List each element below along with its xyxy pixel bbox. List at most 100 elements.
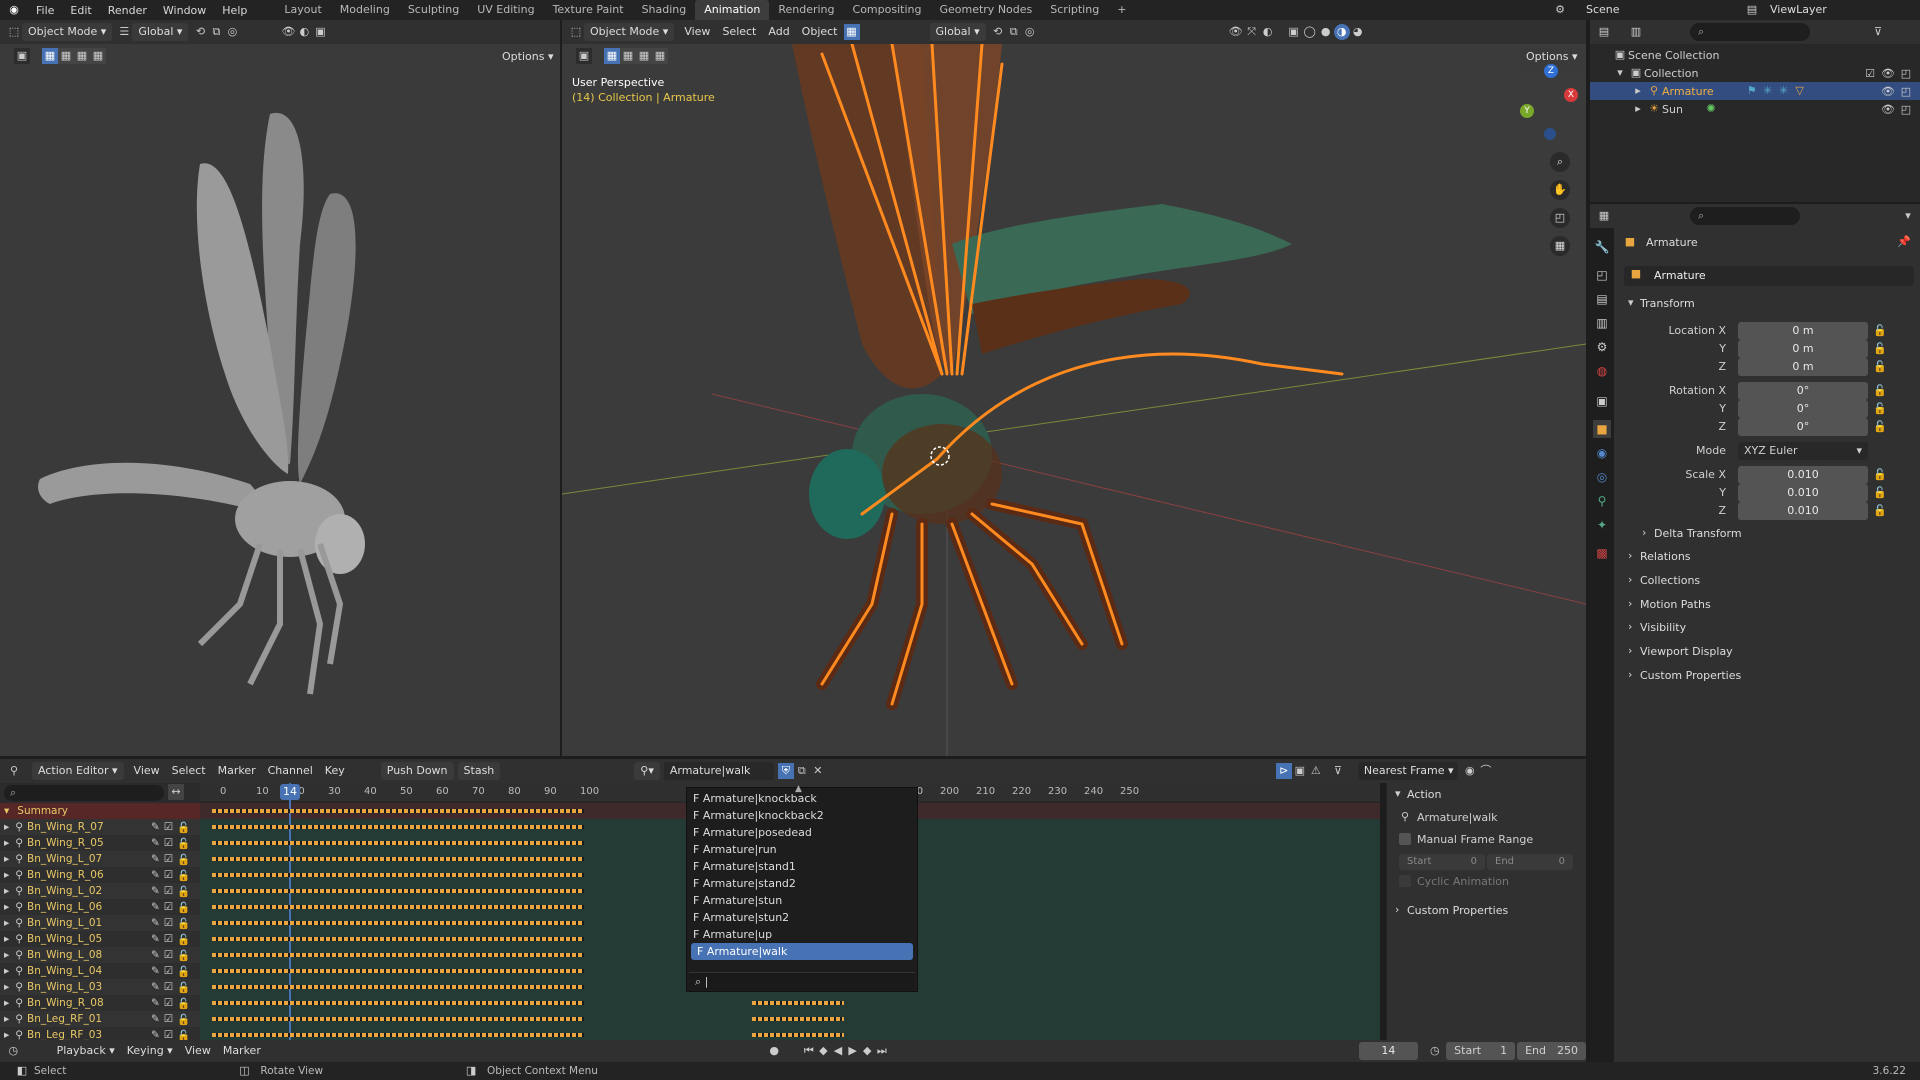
- shading-material-icon[interactable]: ◑: [1333, 24, 1350, 40]
- xray-icon[interactable]: ▣: [1286, 24, 1302, 40]
- relations-panel[interactable]: Relations: [1640, 550, 1691, 563]
- channel-row[interactable]: ▸ ⚲ Bn_Wing_L_06 ✎ ☑ 🔓: [0, 899, 200, 915]
- lock-icon[interactable]: 🔓: [177, 949, 190, 962]
- texture-icon[interactable]: ▩: [1593, 544, 1611, 562]
- checkbox-icon[interactable]: ☑: [164, 885, 173, 897]
- pose-mode-icon[interactable]: ▦: [843, 24, 860, 40]
- render-icon[interactable]: ◰: [1593, 266, 1611, 284]
- location-x-field[interactable]: 0 m: [1738, 322, 1868, 340]
- lock-icon[interactable]: 🔓: [177, 869, 190, 882]
- lock-icon[interactable]: 🔓: [177, 917, 190, 930]
- keyframe-strip[interactable]: [212, 809, 584, 813]
- keyframe-strip[interactable]: [212, 921, 584, 925]
- jump-start-icon[interactable]: ⏮: [801, 1043, 816, 1059]
- outliner-search-field[interactable]: ⌕: [1690, 23, 1810, 41]
- menu-select[interactable]: Select: [716, 23, 762, 41]
- camera-icon[interactable]: ◰: [1898, 66, 1914, 82]
- channel-row[interactable]: ▸ ⚲ Bn_Wing_L_07 ✎ ☑ 🔓: [0, 851, 200, 867]
- sync-length-icon[interactable]: ↔: [168, 784, 184, 800]
- tab-rendering[interactable]: Rendering: [769, 0, 843, 20]
- show-hidden-icon[interactable]: ▣: [1292, 763, 1308, 779]
- camera-icon[interactable]: ◰: [1898, 102, 1914, 118]
- outliner-sun[interactable]: ▸ ☀ Sun ✺: [1590, 100, 1860, 118]
- pin-icon[interactable]: 📌: [1896, 234, 1912, 250]
- menu-keying[interactable]: Keying ▾: [121, 1042, 179, 1060]
- action-option[interactable]: F Armature|up: [687, 926, 917, 943]
- play-icon[interactable]: ▶: [845, 1043, 860, 1059]
- channel-row[interactable]: ▸ ⚲ Bn_Wing_L_03 ✎ ☑ 🔓: [0, 979, 200, 995]
- start-frame-field[interactable]: Start 1: [1446, 1042, 1516, 1060]
- display-mode-icon[interactable]: ▥: [1628, 24, 1644, 40]
- action-option-selected[interactable]: F Armature|walk: [691, 943, 913, 960]
- keyframe-strip[interactable]: [212, 1001, 584, 1005]
- modifier-icon[interactable]: ▽: [1792, 83, 1808, 99]
- custom-properties-panel[interactable]: Custom Properties: [1640, 669, 1741, 682]
- gizmo-y-axis[interactable]: Y: [1520, 104, 1534, 118]
- side-action-name[interactable]: Armature|walk: [1417, 811, 1498, 824]
- rotation-z-field[interactable]: 0°: [1738, 418, 1868, 436]
- proportional-icon[interactable]: ◎: [224, 24, 240, 40]
- lock-icon[interactable]: 🔓: [1872, 485, 1888, 501]
- filter-icon[interactable]: ⊽: [1870, 24, 1886, 40]
- eye-icon[interactable]: 👁: [1880, 102, 1896, 118]
- chevron-right-icon[interactable]: ▸: [4, 949, 9, 961]
- shading-wireframe-icon[interactable]: ◯: [1302, 24, 1318, 40]
- scale-x-field[interactable]: 0.010: [1738, 466, 1868, 484]
- channel-row[interactable]: ▸ ⚲ Bn_Wing_L_05 ✎ ☑ 🔓: [0, 931, 200, 947]
- outliner-collection[interactable]: ▾ ▣ Collection: [1590, 64, 1860, 82]
- camera-icon[interactable]: ◰: [1898, 84, 1914, 100]
- chevron-right-icon[interactable]: ▸: [4, 981, 9, 993]
- chevron-right-icon[interactable]: ▸: [4, 885, 9, 897]
- channel-row[interactable]: ▸ ⚲ Bn_Wing_L_04 ✎ ☑ 🔓: [0, 963, 200, 979]
- action-option[interactable]: F Armature|stand2: [687, 875, 917, 892]
- tool-icon[interactable]: 🔧: [1593, 238, 1611, 256]
- scene-icon[interactable]: ⚙: [1593, 338, 1611, 356]
- physics-icon[interactable]: ◎: [1593, 468, 1611, 486]
- action-editor-mode-select[interactable]: Action Editor ▾: [32, 762, 124, 780]
- bone-icon[interactable]: ✳: [1760, 83, 1776, 99]
- scene-name[interactable]: Scene: [1586, 3, 1620, 16]
- chevron-right-icon[interactable]: ▸: [4, 965, 9, 977]
- menu-channel[interactable]: Channel: [262, 762, 319, 780]
- wrench-icon[interactable]: ✎: [151, 917, 160, 929]
- editor-type-icon[interactable]: ⚲: [6, 763, 22, 779]
- lock-icon[interactable]: 🔓: [1872, 419, 1888, 435]
- navigation-gizmo[interactable]: Z X Y: [1512, 64, 1582, 144]
- wrench-icon[interactable]: ✎: [151, 997, 160, 1009]
- chevron-down-icon[interactable]: ▾: [4, 805, 9, 817]
- tab-layout[interactable]: Layout: [275, 0, 330, 20]
- push-down-button[interactable]: Push Down: [380, 762, 454, 780]
- menu-marker[interactable]: Marker: [217, 1042, 267, 1060]
- start-field[interactable]: Start 0: [1399, 854, 1485, 870]
- clock-icon[interactable]: ◷: [6, 1043, 21, 1059]
- main-viewport[interactable]: ▣ ▦ ▦ ▦ ▦ Options ▾ User Perspective (14…: [562, 44, 1586, 756]
- chevron-right-icon[interactable]: ▸: [4, 853, 9, 865]
- checkbox-icon[interactable]: ☑: [164, 933, 173, 945]
- wrench-icon[interactable]: ✎: [151, 869, 160, 881]
- object-name-field[interactable]: ■ Armature: [1624, 266, 1914, 286]
- checkbox-icon[interactable]: ☑: [164, 869, 173, 881]
- scale-y-field[interactable]: 0.010: [1738, 484, 1868, 502]
- snap-icon[interactable]: ⧉: [1006, 24, 1022, 40]
- checkbox-icon[interactable]: ☑: [164, 917, 173, 929]
- visibility-icon[interactable]: 👁: [280, 24, 296, 40]
- add-workspace-button[interactable]: +: [1108, 0, 1135, 20]
- tab-animation[interactable]: Animation: [695, 0, 770, 20]
- checkbox-icon[interactable]: ☑: [164, 853, 173, 865]
- menu-help[interactable]: Help: [214, 4, 255, 17]
- chevron-right-icon[interactable]: ›: [1395, 903, 1399, 916]
- rotation-y-field[interactable]: 0°: [1738, 400, 1868, 418]
- menu-edit[interactable]: Edit: [62, 4, 99, 17]
- shading-solid-icon[interactable]: ●: [1318, 24, 1334, 40]
- dragonfly-model-grey[interactable]: [0, 44, 560, 756]
- location-y-field[interactable]: 0 m: [1738, 340, 1868, 358]
- chevron-right-icon[interactable]: ▸: [1630, 83, 1646, 99]
- chevron-right-icon[interactable]: ▸: [4, 837, 9, 849]
- chevron-right-icon[interactable]: ▸: [4, 901, 9, 913]
- keyframe-strip[interactable]: [212, 825, 584, 829]
- visibility-icon[interactable]: 👁: [1228, 24, 1244, 40]
- chevron-down-icon[interactable]: ▾: [1395, 787, 1401, 800]
- view-layer-icon[interactable]: ▥: [1593, 314, 1611, 332]
- transform-panel-title[interactable]: Transform: [1640, 297, 1695, 310]
- channel-row[interactable]: ▸ ⚲ Bn_Wing_R_08 ✎ ☑ 🔓: [0, 995, 200, 1011]
